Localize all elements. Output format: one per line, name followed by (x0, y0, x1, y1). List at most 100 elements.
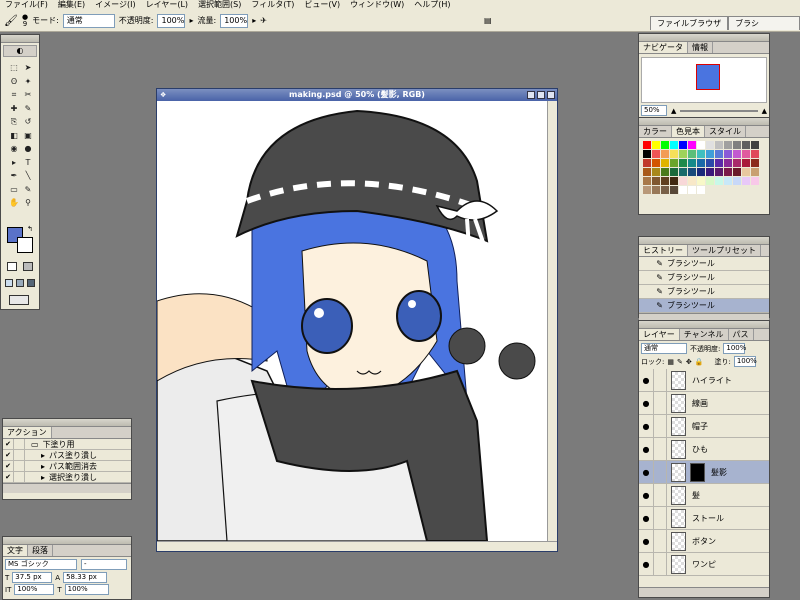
swatch[interactable] (679, 141, 687, 149)
lasso-tool-icon[interactable]: ʘ (9, 77, 19, 87)
path-selection-tool-icon[interactable]: ▸ (9, 158, 19, 168)
swatch[interactable] (661, 186, 669, 194)
background-color-swatch[interactable] (17, 237, 33, 253)
crop-tool-icon[interactable]: ⌗ (9, 90, 19, 100)
swatch[interactable] (724, 150, 732, 158)
swatch[interactable] (679, 150, 687, 158)
layer-row[interactable]: ● ストール (639, 507, 769, 530)
well-tab-file-browser[interactable]: ファイルブラウザ (650, 16, 729, 30)
navigator-zoom-input[interactable]: 50% (641, 105, 667, 116)
quick-mask-standard-icon[interactable] (7, 262, 17, 271)
healing-brush-tool-icon[interactable]: ✚ (9, 104, 19, 114)
swatch[interactable] (724, 159, 732, 167)
zoom-slider[interactable] (680, 109, 758, 112)
swatch[interactable] (733, 177, 741, 185)
history-state[interactable]: ✎ ブラシツール (639, 299, 769, 313)
swatch[interactable] (697, 186, 705, 194)
layer-row[interactable]: ● 帽子 (639, 415, 769, 438)
document-horizontal-scrollbar[interactable] (157, 541, 557, 551)
layer-mask-thumbnail[interactable] (690, 462, 705, 482)
swatch[interactable] (715, 150, 723, 158)
swatch[interactable] (742, 177, 750, 185)
swatch[interactable] (742, 150, 750, 158)
action-dialog-toggle[interactable] (14, 438, 25, 450)
document-vertical-scrollbar[interactable] (547, 101, 557, 541)
vertical-scale-input[interactable]: 100% (14, 584, 55, 595)
tab-channels[interactable]: チャンネル (680, 329, 729, 340)
swatch[interactable] (643, 168, 651, 176)
mode-select[interactable]: 通常 (62, 13, 115, 28)
action-item[interactable]: ✔ ▭ 下塗り用 (3, 438, 131, 450)
swatch[interactable] (688, 177, 696, 185)
swatches-titlebar[interactable] (639, 118, 769, 126)
menu-item[interactable]: 編集(E) (53, 0, 90, 10)
action-item[interactable]: ✔ ▸ パス塗り潰し (3, 449, 131, 461)
navigator-view-box[interactable] (696, 64, 720, 90)
history-brush-tool-icon[interactable]: ↺ (23, 117, 33, 127)
layer-row[interactable]: ● ひも (639, 438, 769, 461)
minimize-button[interactable] (527, 91, 535, 99)
tab-swatches[interactable]: 色見本 (672, 126, 705, 137)
swatch[interactable] (652, 177, 660, 185)
quick-mask-mode-icon[interactable] (23, 262, 33, 271)
swatch[interactable] (706, 141, 714, 149)
visibility-eye-icon[interactable]: ● (639, 376, 653, 385)
action-toggle-checkbox[interactable]: ✔ (3, 438, 14, 450)
layer-link-cell[interactable] (653, 461, 667, 483)
swatch[interactable] (706, 159, 714, 167)
swatch[interactable] (652, 141, 660, 149)
clone-stamp-tool-icon[interactable]: ⎘ (9, 117, 19, 127)
swatch[interactable] (697, 168, 705, 176)
action-item[interactable]: ✔ ▸ 選択塗り潰し (3, 471, 131, 483)
swap-colors-icon[interactable]: ↰ (27, 225, 33, 233)
zoom-tool-icon[interactable]: ⚲ (23, 198, 33, 208)
swatch[interactable] (661, 141, 669, 149)
swatch[interactable] (751, 159, 759, 167)
tab-styles[interactable]: スタイル (705, 126, 746, 137)
opacity-input[interactable]: 100% (157, 13, 186, 28)
swatch[interactable] (733, 141, 741, 149)
action-expand-icon[interactable]: ▸ (41, 473, 45, 482)
flow-slider-arrow[interactable]: ▸ (252, 16, 256, 25)
navigator-titlebar[interactable] (639, 34, 769, 42)
layer-link-cell[interactable] (653, 484, 667, 506)
menu-item[interactable]: 選択範囲(S) (193, 0, 246, 10)
move-tool-icon[interactable]: ➤ (23, 63, 33, 73)
flow-input[interactable]: 100% (220, 13, 249, 28)
history-state[interactable]: ✎ ブラシツール (639, 271, 769, 285)
action-dialog-toggle[interactable] (14, 460, 25, 472)
tab-paragraph[interactable]: 段落 (28, 545, 53, 556)
action-item[interactable]: ✔ ▸ パス範囲消去 (3, 460, 131, 472)
swatch[interactable] (679, 168, 687, 176)
history-state[interactable]: ✎ ブラシツール (639, 285, 769, 299)
visibility-eye-icon[interactable]: ● (639, 422, 653, 431)
zoom-in-icon[interactable]: ▲ (762, 107, 767, 115)
menu-item[interactable]: ウィンドウ(W) (345, 0, 409, 10)
swatch[interactable] (670, 150, 678, 158)
swatch[interactable] (706, 150, 714, 158)
menu-item[interactable]: ビュー(V) (299, 0, 345, 10)
tab-color[interactable]: カラー (639, 126, 672, 137)
type-tool-icon[interactable]: T (23, 158, 33, 168)
layer-link-cell[interactable] (653, 438, 667, 460)
layer-link-cell[interactable] (653, 369, 667, 391)
layer-row[interactable]: ● 髪影 (639, 461, 769, 484)
swatch[interactable] (742, 141, 750, 149)
lock-paint-icon[interactable]: ✎ (677, 358, 683, 366)
swatch[interactable] (724, 168, 732, 176)
fill-input[interactable]: 100% (733, 356, 757, 367)
swatch[interactable] (688, 150, 696, 158)
swatch[interactable] (670, 168, 678, 176)
swatch[interactable] (679, 186, 687, 194)
action-expand-icon[interactable]: ▸ (41, 451, 45, 460)
visibility-eye-icon[interactable]: ● (639, 514, 653, 523)
brush-tool-icon[interactable]: ✎ (23, 104, 33, 114)
swatch[interactable] (652, 186, 660, 194)
visibility-eye-icon[interactable]: ● (639, 560, 653, 569)
leading-input[interactable]: 58.33 px (63, 572, 108, 583)
eraser-tool-icon[interactable]: ◧ (9, 131, 19, 141)
swatch[interactable] (724, 141, 732, 149)
swatch[interactable] (661, 150, 669, 158)
swatch[interactable] (652, 159, 660, 167)
layer-opacity-input[interactable]: 100% (723, 343, 746, 354)
